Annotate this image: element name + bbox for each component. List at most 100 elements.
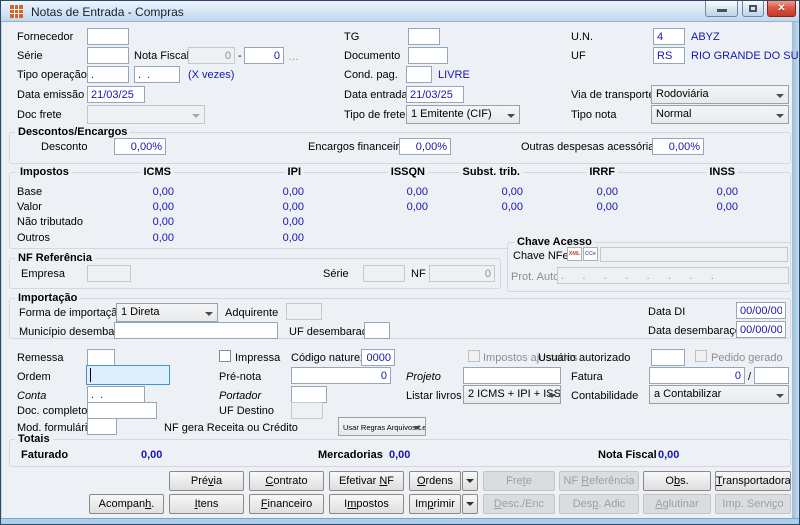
doc-completo-input[interactable] <box>87 402 157 419</box>
close-button[interactable]: ✕ <box>767 1 796 17</box>
tipo-frete-select[interactable]: 1 Emitente (CIF) <box>406 105 520 124</box>
fatura-parcela-input[interactable] <box>754 367 789 384</box>
mod-formulario-input[interactable] <box>87 418 117 435</box>
tipo-operacao-input1[interactable] <box>87 66 129 83</box>
via-transporte-select[interactable]: Rodoviária <box>651 85 789 104</box>
un-input[interactable] <box>653 28 685 45</box>
nota-fiscal-browse-button[interactable]: … <box>288 51 299 63</box>
nf-gera-select[interactable]: Usar Regras Arquivos Legais <box>338 417 426 436</box>
cce-icon[interactable]: CCe <box>583 247 598 261</box>
obs-button[interactable]: Obs. <box>643 471 711 491</box>
financeiro-button[interactable]: Financeiro <box>249 494 324 514</box>
tipo-operacao-input2[interactable] <box>134 66 180 83</box>
impressa-checkbox[interactable] <box>219 350 231 362</box>
tipo-frete-label: Tipo de frete <box>344 109 405 121</box>
data-desembaraco-label: Data desembaraço <box>648 325 741 337</box>
ordens-dropdown-button[interactable] <box>462 471 478 491</box>
mercadorias-value: 0,00 <box>389 449 410 461</box>
fornecedor-input[interactable] <box>87 28 129 45</box>
acompanh-button[interactable]: Acompanh. <box>89 494 164 514</box>
uf-destino-label: UF Destino <box>219 405 274 417</box>
xml-icon[interactable]: XML <box>567 247 582 261</box>
nota-fiscal-label: Nota Fiscal <box>134 50 189 62</box>
codigo-natureza-input[interactable] <box>361 349 395 366</box>
usuario-autorizado-input[interactable] <box>651 349 685 366</box>
previa-button[interactable]: Prévia <box>169 471 244 491</box>
nota-fiscal-locked-input <box>188 47 235 64</box>
doc-frete-select <box>87 105 205 124</box>
chevron-down-icon <box>548 394 556 402</box>
documento-input[interactable] <box>408 47 448 64</box>
frete-button: Frete <box>483 471 555 491</box>
base-ipi: 0,00 <box>174 186 304 198</box>
cond-pag-input[interactable] <box>406 66 432 83</box>
tipo-nota-select[interactable]: Normal <box>651 105 789 124</box>
ordens-button[interactable]: Ordens <box>409 471 461 491</box>
pre-nota-input[interactable] <box>291 367 391 384</box>
data-di-input[interactable] <box>736 302 786 319</box>
chevron-down-icon <box>192 114 200 122</box>
imprimir-dropdown-button[interactable] <box>462 494 478 514</box>
nf-ref-nf-label: NF <box>411 268 426 280</box>
dropdown-arrow-icon <box>466 502 474 510</box>
serie-label: Série <box>17 50 43 62</box>
uf-input[interactable] <box>653 47 685 64</box>
tg-label: TG <box>344 31 359 43</box>
impostos-base-row: Base 0,00 0,00 0,00 0,00 0,00 0,00 <box>17 186 783 198</box>
data-entrada-label: Data entrada <box>344 89 408 101</box>
descontos-title: Descontos/Encargos <box>15 126 130 138</box>
nao-tributado-ipi: 0,00 <box>174 216 304 228</box>
contabilidade-value: a Contabilizar <box>654 388 721 400</box>
contrato-button[interactable]: Contrato <box>249 471 324 491</box>
valor-icms: 0,00 <box>114 201 174 213</box>
impressa-label: Impressa <box>235 352 280 364</box>
base-inss: 0,00 <box>618 186 738 198</box>
municipio-desembaraco-input[interactable] <box>114 322 278 339</box>
close-icon: ✕ <box>777 3 785 14</box>
outras-despesas-input[interactable] <box>652 138 704 155</box>
data-desembaraco-input[interactable] <box>736 321 786 338</box>
conta-input[interactable] <box>87 386 145 403</box>
impostos-valor-row: Valor 0,00 0,00 0,00 0,00 0,00 0,00 <box>17 201 783 213</box>
itens-button[interactable]: Itens <box>169 494 244 514</box>
data-emissao-label: Data emissão <box>17 89 84 101</box>
transportadora-button[interactable]: Transportadora <box>715 471 791 491</box>
importacao-title: Importação <box>15 292 80 304</box>
uf-desembaraco-label: UF desembaraço <box>289 326 373 338</box>
imprimir-button[interactable]: Imprimir <box>409 494 461 514</box>
forma-importacao-select[interactable]: 1 Direta <box>116 303 218 322</box>
impostos-button[interactable]: Impostos <box>329 494 404 514</box>
tipo-operacao-hint: (X vezes) <box>188 69 234 81</box>
prot-autor-input <box>557 267 789 284</box>
remessa-input[interactable] <box>87 349 115 366</box>
adquirente-label: Adquirente <box>225 307 278 319</box>
nf-referencia-button: NF Referência <box>559 471 639 491</box>
tipo-operacao-label: Tipo operação <box>17 69 87 81</box>
data-emissao-input[interactable] <box>87 86 145 103</box>
minimize-button[interactable] <box>705 1 738 17</box>
fatura-input[interactable] <box>649 367 745 384</box>
efetivar-nf-button[interactable]: Efetivar NF <box>329 471 404 491</box>
uf-desembaraco-input[interactable] <box>364 322 390 339</box>
ordem-input[interactable] <box>86 365 170 385</box>
ipi-header: IPI <box>285 166 304 178</box>
maximize-button[interactable] <box>742 1 764 17</box>
desconto-input[interactable] <box>114 138 166 155</box>
nota-fiscal-input[interactable] <box>244 47 284 64</box>
nf-gera-label: NF gera Receita ou Crédito <box>164 422 298 434</box>
listar-livros-select[interactable]: 2 ICMS + IPI + ISS <box>463 385 561 404</box>
titlebar: Notas de Entrada - Compras ✕ <box>1 1 799 22</box>
outras-despesas-label: Outras despesas acessórias <box>521 141 660 153</box>
nao-tributado-icms: 0,00 <box>114 216 174 228</box>
data-entrada-input[interactable] <box>406 86 464 103</box>
pre-nota-label: Pré-nota <box>219 371 261 383</box>
valor-inss: 0,00 <box>618 201 738 213</box>
contabilidade-select[interactable]: a Contabilizar <box>649 385 789 404</box>
projeto-input[interactable] <box>463 367 561 384</box>
app-grid-icon <box>10 5 23 18</box>
serie-input[interactable] <box>87 47 129 64</box>
tg-input[interactable] <box>408 28 440 45</box>
portador-input[interactable] <box>291 386 327 403</box>
totais-title: Totais <box>15 433 53 445</box>
encargos-input[interactable] <box>399 138 451 155</box>
